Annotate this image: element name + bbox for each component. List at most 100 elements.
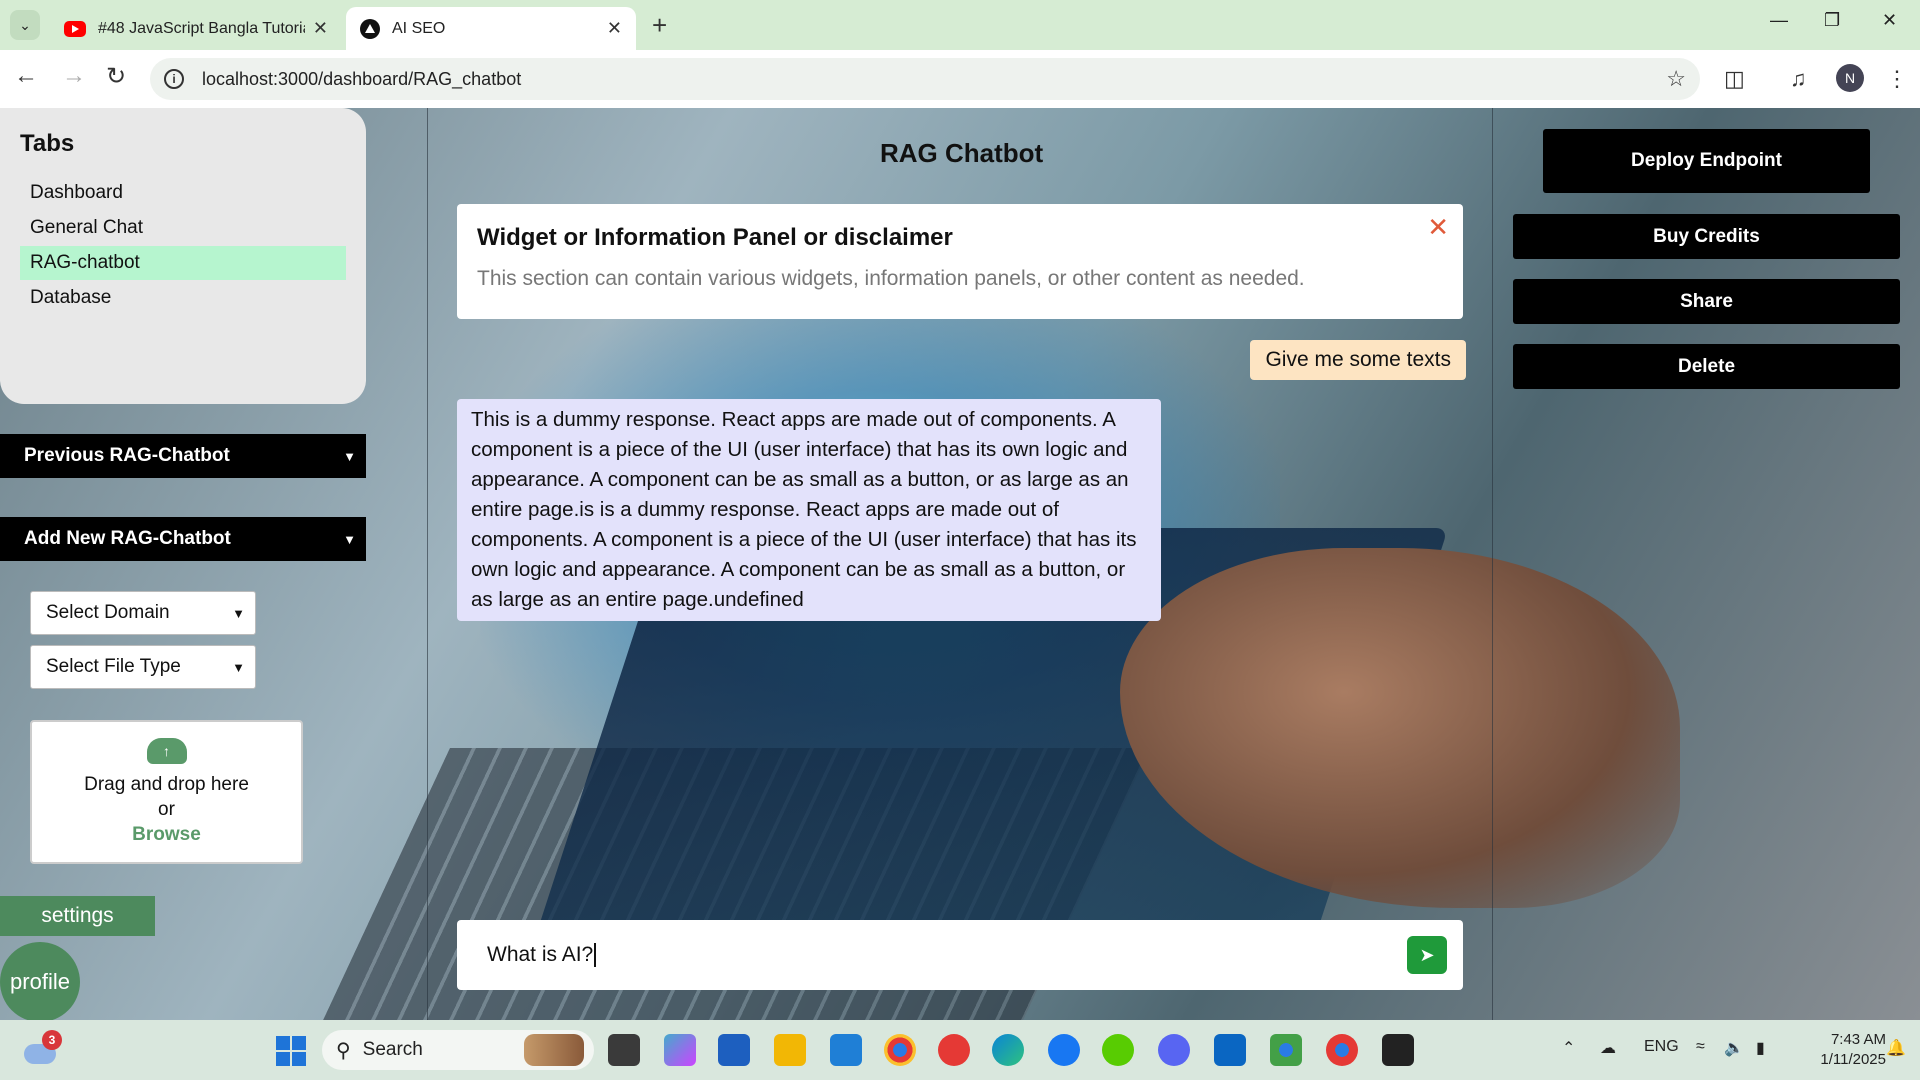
settings-button[interactable]: settings (0, 896, 155, 936)
ai-seo-icon (360, 18, 380, 39)
vscode-icon[interactable] (830, 1034, 862, 1066)
page-title: RAG Chatbot (880, 138, 1044, 168)
dropzone-text: Drag and drop here (84, 774, 249, 795)
send-icon[interactable]: ➤ (1407, 936, 1447, 974)
weather-widget[interactable]: 3 (24, 1030, 62, 1064)
text-caret (594, 943, 597, 967)
info-panel-body: This section can contain various widgets… (477, 267, 1305, 290)
search-highlight-image (524, 1034, 584, 1066)
dropdown-label: Add New RAG-Chatbot (24, 528, 231, 549)
copilot-icon[interactable] (664, 1034, 696, 1066)
onedrive-icon[interactable]: ☁ (1600, 1038, 1616, 1058)
deploy-endpoint-button[interactable]: Deploy Endpoint (1543, 129, 1870, 193)
minimize-icon[interactable]: — (1770, 10, 1788, 31)
chat-input-value[interactable]: What is AI? (487, 943, 593, 967)
select-domain[interactable]: Select Domain ▼ (30, 591, 256, 635)
microsoft-store-icon[interactable] (718, 1034, 750, 1066)
opera-icon[interactable] (938, 1034, 970, 1066)
file-explorer-icon[interactable] (774, 1034, 806, 1066)
bot-message: This is a dummy response. React apps are… (457, 399, 1161, 621)
taskbar-search-label: Search (362, 1039, 423, 1060)
delete-button[interactable]: Delete (1513, 344, 1900, 389)
tabs-panel: Tabs Dashboard General Chat RAG-chatbot … (0, 108, 366, 404)
linkedin-icon[interactable] (1214, 1034, 1246, 1066)
windows-start-icon[interactable] (276, 1036, 306, 1066)
media-control-icon[interactable]: ♫ (1790, 66, 1807, 92)
file-dropzone[interactable]: ↑ Drag and drop here or Browse (30, 720, 303, 864)
discord-icon[interactable] (1158, 1034, 1190, 1066)
new-tab-plus-icon[interactable]: + (652, 10, 667, 41)
language-indicator[interactable]: ENG (1644, 1038, 1679, 1056)
duolingo-icon[interactable] (1102, 1034, 1134, 1066)
chevron-down-icon: ▼ (232, 659, 245, 675)
buy-credits-button[interactable]: Buy Credits (1513, 214, 1900, 259)
user-message: Give me some texts (1250, 340, 1466, 380)
select-domain-value: Select Domain (46, 602, 170, 623)
browser-toolbar: ← → ↻ i localhost:3000/dashboard/RAG_cha… (0, 50, 1920, 108)
sidebar-item-general-chat[interactable]: General Chat (20, 211, 346, 245)
dropdown-label: Previous RAG-Chatbot (24, 445, 230, 466)
chevron-down-icon: ▼ (232, 605, 245, 621)
wifi-icon[interactable]: ≈ (1696, 1038, 1705, 1056)
browser-menu-kebab-icon[interactable]: ⋮ (1886, 66, 1908, 92)
cloud-upload-icon: ↑ (146, 738, 187, 764)
bookmark-star-icon[interactable]: ☆ (1666, 66, 1686, 92)
notification-badge: 3 (42, 1030, 62, 1050)
reload-icon[interactable]: ↻ (106, 62, 126, 91)
browser-tab-youtube[interactable]: #48 JavaScript Bangla Tutorial | ✕ (50, 7, 342, 50)
url-text[interactable]: localhost:3000/dashboard/RAG_chatbot (202, 69, 521, 90)
youtube-icon (64, 20, 86, 37)
add-new-rag-chatbot-dropdown[interactable]: Add New RAG-Chatbot ▼ (0, 517, 366, 561)
page-viewport: Tabs Dashboard General Chat RAG-chatbot … (0, 108, 1920, 1020)
window-close-icon[interactable]: ✕ (1882, 10, 1897, 31)
browser-tabstrip: ⌄ #48 JavaScript Bangla Tutorial | ✕ AI … (0, 0, 1920, 50)
clock-time: 7:43 AM (1830, 1031, 1886, 1048)
profile-avatar[interactable]: N (1836, 64, 1864, 92)
back-arrow-icon[interactable]: ← (14, 62, 38, 90)
close-icon[interactable]: ✕ (1427, 212, 1449, 243)
chrome-profile-icon[interactable] (1270, 1034, 1302, 1066)
edge-icon[interactable] (992, 1034, 1024, 1066)
forward-arrow-icon[interactable]: → (62, 62, 86, 90)
previous-rag-chatbot-dropdown[interactable]: Previous RAG-Chatbot ▼ (0, 434, 366, 478)
chrome-icon[interactable] (884, 1034, 916, 1066)
task-view-icon[interactable] (608, 1034, 640, 1066)
chat-input[interactable]: What is AI? ➤ (457, 920, 1463, 990)
browse-link[interactable]: Browse (32, 822, 301, 847)
chevron-down-icon: ▼ (343, 448, 356, 464)
tab-title: #48 JavaScript Bangla Tutorial | (98, 19, 305, 37)
close-icon[interactable]: ✕ (313, 18, 328, 39)
restore-icon[interactable]: ❐ (1824, 10, 1840, 31)
taskbar-search[interactable]: ⚲ Search (322, 1030, 594, 1070)
chevron-down-icon: ▼ (343, 531, 356, 547)
terminal-icon[interactable] (1382, 1034, 1414, 1066)
windows-taskbar: 3 ⚲ Search ⌃ ☁ ENG ≈ 🔈 ▮ 7:43 AM 1/11/20… (0, 1020, 1920, 1080)
address-bar[interactable]: i localhost:3000/dashboard/RAG_chatbot ☆ (150, 58, 1700, 100)
select-file-type-value: Select File Type (46, 656, 181, 677)
search-icon: ⚲ (336, 1039, 351, 1062)
select-file-type[interactable]: Select File Type ▼ (30, 645, 256, 689)
tab-title: AI SEO (392, 19, 446, 37)
sidebar-item-database[interactable]: Database (20, 281, 346, 315)
browser-tab-ai-seo[interactable]: AI SEO ✕ (346, 7, 636, 50)
sidebar-item-dashboard[interactable]: Dashboard (20, 176, 346, 210)
sidebar-item-rag-chatbot[interactable]: RAG-chatbot (20, 246, 346, 280)
tray-chevron-up-icon[interactable]: ⌃ (1562, 1038, 1575, 1058)
system-clock[interactable]: 7:43 AM 1/11/2025 (1796, 1030, 1886, 1070)
tabs-title: Tabs (20, 130, 75, 157)
info-panel: Widget or Information Panel or disclaime… (457, 204, 1463, 319)
notification-bell-icon[interactable]: 🔔 (1886, 1038, 1906, 1058)
battery-icon[interactable]: ▮ (1756, 1038, 1765, 1058)
profile-button[interactable]: profile (0, 942, 80, 1020)
extensions-puzzle-icon[interactable]: ◫ (1724, 66, 1745, 92)
site-info-icon[interactable]: i (164, 69, 184, 89)
messenger-icon[interactable] (1048, 1034, 1080, 1066)
clock-date: 1/11/2025 (1820, 1051, 1886, 1068)
dropzone-or: or (158, 799, 175, 820)
chrome-active-icon[interactable] (1326, 1034, 1358, 1066)
share-button[interactable]: Share (1513, 279, 1900, 324)
info-panel-heading: Widget or Information Panel or disclaime… (477, 224, 953, 251)
close-icon[interactable]: ✕ (607, 18, 622, 39)
volume-icon[interactable]: 🔈 (1724, 1038, 1744, 1058)
tab-search-chevron-icon[interactable]: ⌄ (10, 10, 40, 40)
